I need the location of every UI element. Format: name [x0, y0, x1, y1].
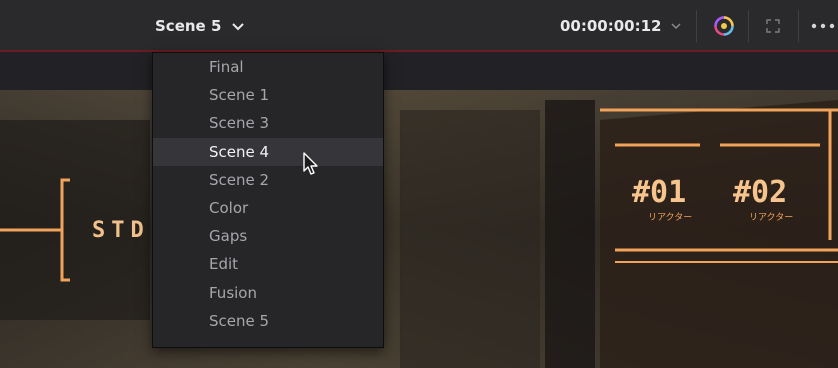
menu-item-scene-3[interactable]: Scene 3: [153, 109, 383, 137]
chevron-down-icon: [232, 23, 245, 31]
toolbar-divider: [696, 10, 697, 42]
scene-selector[interactable]: Scene 5: [155, 14, 245, 38]
video-viewer[interactable]: STD #01 リアクター #02 リアクター: [0, 90, 838, 368]
timecode-display[interactable]: 00:00:00:12: [560, 14, 682, 38]
menu-item-edit[interactable]: Edit: [153, 250, 383, 278]
video-frame: STD #01 リアクター #02 リアクター: [0, 90, 838, 368]
scene-title: Scene 5: [155, 17, 222, 35]
color-wheel-icon: [714, 16, 734, 36]
tag2-sub: リアクター: [749, 212, 793, 223]
menu-item-scene-4[interactable]: Scene 4: [153, 137, 383, 166]
toolbar-divider: [748, 10, 749, 42]
chevron-down-icon: [670, 23, 681, 30]
tag1-sub: リアクター: [648, 212, 692, 223]
menu-item-color[interactable]: Color: [153, 194, 383, 222]
toolbar-divider: [798, 10, 799, 42]
viewer-header: Scene 5 00:00:00:12: [0, 0, 838, 52]
menu-item-gaps[interactable]: Gaps: [153, 222, 383, 250]
fullscreen-icon: [766, 19, 780, 33]
sign-text: STD: [92, 218, 150, 243]
menu-item-final[interactable]: Final: [153, 53, 383, 81]
menu-item-fusion[interactable]: Fusion: [153, 279, 383, 307]
menu-item-scene-2[interactable]: Scene 2: [153, 166, 383, 194]
menu-item-scene-5[interactable]: Scene 5: [153, 307, 383, 335]
more-options-icon: [811, 23, 835, 29]
viewer-subbar: [0, 52, 838, 90]
tag1: #01: [632, 175, 686, 210]
fullscreen-button[interactable]: [759, 12, 787, 40]
timecode-value: 00:00:00:12: [560, 17, 662, 35]
scene-dropdown-menu: Final Scene 1 Scene 3 Scene 4 Scene 2 Co…: [152, 52, 384, 348]
more-options-button[interactable]: [808, 12, 838, 40]
tag2: #02: [733, 175, 787, 210]
menu-item-scene-1[interactable]: Scene 1: [153, 81, 383, 109]
color-wheel-button[interactable]: [710, 12, 738, 40]
